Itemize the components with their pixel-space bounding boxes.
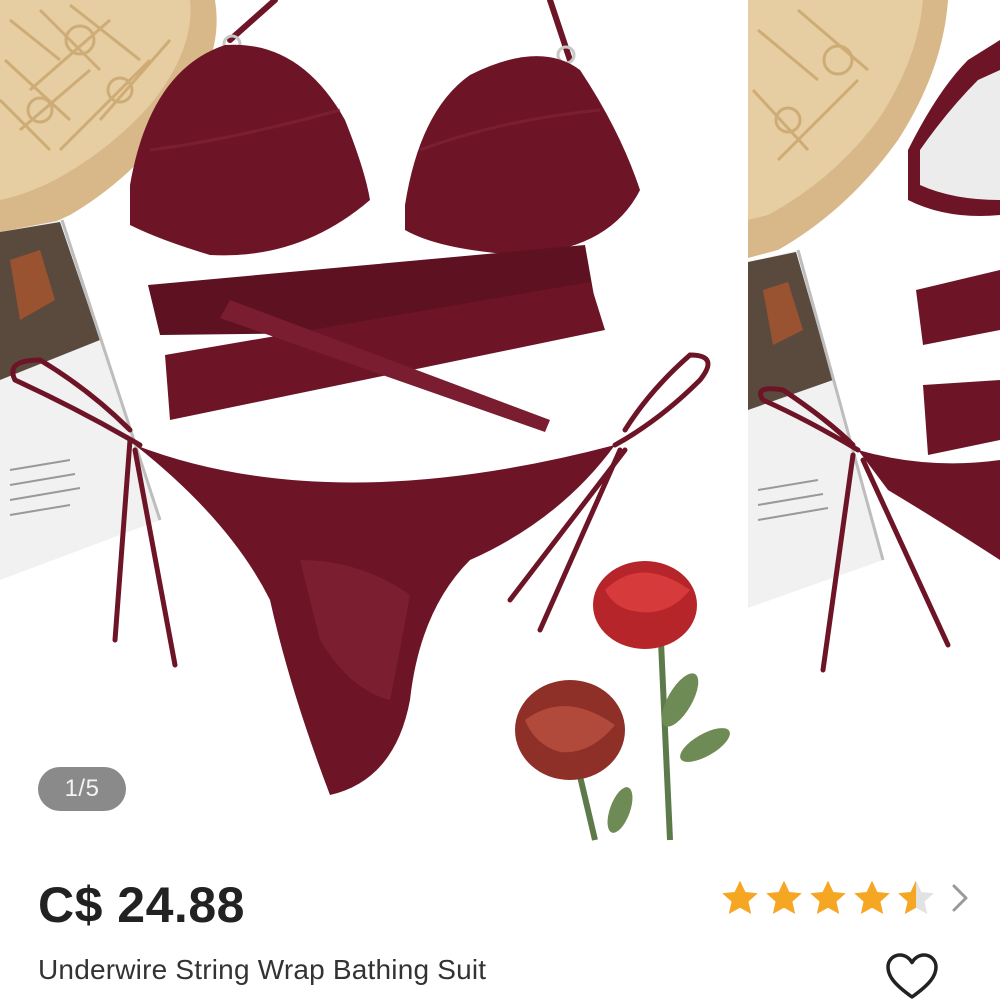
product-image-next[interactable] <box>748 0 1000 850</box>
product-image-gallery[interactable]: 1/5 <box>0 0 1000 850</box>
heart-outline-icon[interactable] <box>884 950 940 1000</box>
star-full-icon <box>766 880 802 914</box>
halter-straps <box>227 0 573 63</box>
rating-summary[interactable] <box>718 876 972 920</box>
product-image-main[interactable] <box>0 0 748 850</box>
product-price: C$ 24.88 <box>38 877 245 933</box>
star-full-icon <box>854 880 890 914</box>
roses-prop <box>515 561 730 841</box>
star-full-icon <box>722 880 758 914</box>
product-info: C$ 24.88 Underwire String Wrap Bathing S… <box>0 850 1000 1000</box>
chevron-right-icon[interactable] <box>948 878 972 918</box>
image-counter: 1/5 <box>38 767 126 811</box>
magazine-prop <box>0 219 162 580</box>
bikini-top <box>130 44 640 432</box>
star-full-icon <box>810 880 846 914</box>
product-title: Underwire String Wrap Bathing Suit <box>38 954 487 985</box>
star-half-icon <box>898 880 934 914</box>
